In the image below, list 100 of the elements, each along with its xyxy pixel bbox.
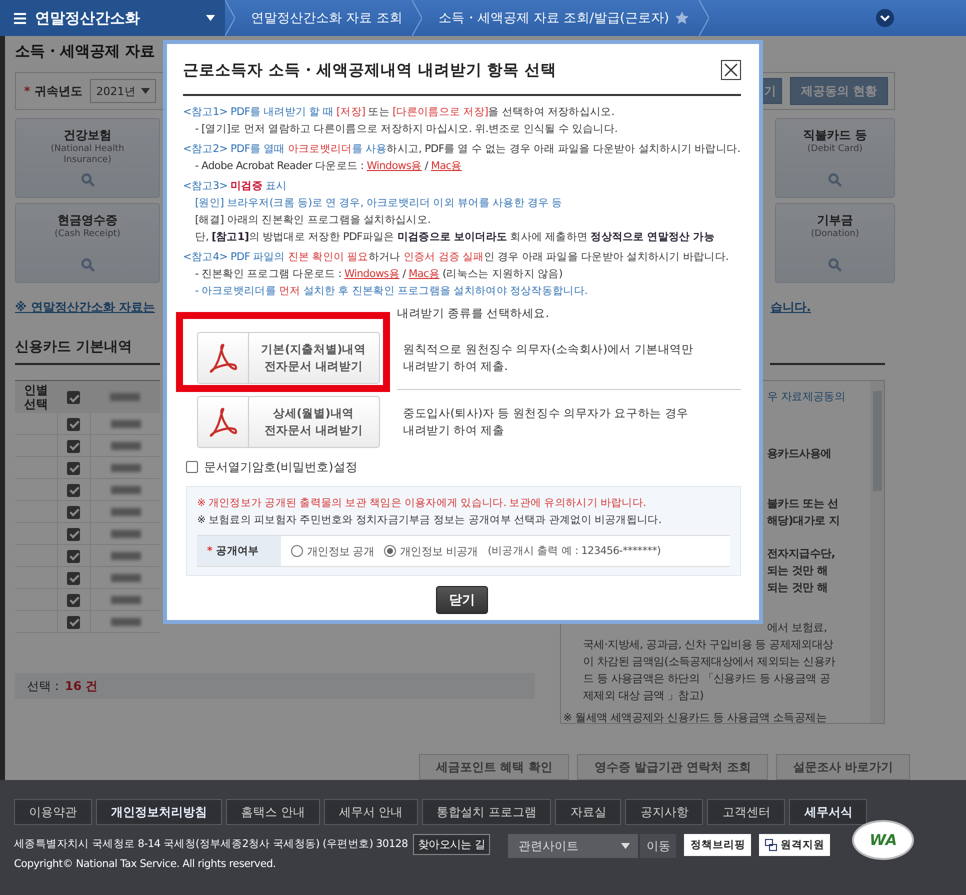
download-link[interactable]: Mac용: [408, 268, 440, 280]
pdf-icon: [208, 343, 236, 373]
close-icon: [724, 63, 738, 77]
checkbox[interactable]: [67, 616, 80, 629]
download-link[interactable]: Mac용: [430, 160, 462, 172]
caret-icon: [141, 88, 150, 94]
scrollbar[interactable]: [870, 381, 884, 723]
close-button[interactable]: 닫기: [436, 586, 488, 614]
note-text: 단, [참고1]의 방법대로 저장한 PDF파일은 미검증으로 보이더라도 회사에 제출하면 정상적으로 연말정산 가능: [195, 230, 714, 245]
radio-option[interactable]: 개인정보 비공개: [384, 542, 478, 560]
download-button[interactable]: 기본(지출처별)내역 전자문서 내려받기: [196, 332, 380, 384]
checkbox[interactable]: [67, 594, 80, 607]
go-button[interactable]: 이동: [640, 834, 676, 858]
info-text: 해당)대가로 지: [767, 513, 840, 529]
expand-icon[interactable]: [876, 9, 894, 27]
notice-link[interactable]: 습니다.: [770, 299, 811, 316]
category-tile[interactable]: 건강보험 (National Health Insurance): [15, 118, 160, 198]
checkbox[interactable]: [186, 461, 198, 473]
radio-button[interactable]: [291, 545, 303, 557]
chevron-divider-icon: [699, 0, 710, 36]
download-button[interactable]: 상세(월별)내역 전자문서 내려받기: [196, 396, 380, 448]
blurred-text: [110, 552, 141, 560]
radio-button[interactable]: [384, 545, 396, 557]
briefing-badge[interactable]: 정책브리핑: [684, 834, 752, 856]
search-icon: [828, 173, 842, 187]
radio-option[interactable]: 개인정보 공개: [291, 542, 374, 560]
notice-link[interactable]: ※ 연말정산간소화 자료는: [15, 299, 156, 316]
category-tile[interactable]: 현금영수증 (Cash Receipt): [15, 203, 160, 283]
action-button[interactable]: 세금포인트 혜택 확인: [418, 754, 570, 780]
blurred-text: [110, 420, 141, 428]
tile-title: 직불카드 등: [802, 127, 868, 144]
info-text: ※ 월세액 세액공제와 신용카드 등 사용금액 소득공제는: [563, 710, 826, 726]
blurred-text: [110, 486, 141, 494]
blurred-text: [110, 508, 141, 516]
checkbox[interactable]: [67, 550, 80, 563]
info-text: 이 차감된 금액임(소득공제대상에서 제외되는 신용카: [583, 654, 836, 670]
note-text: <참고3> 미검증 표시: [183, 179, 287, 194]
footer-link[interactable]: 통합설치 프로그램: [422, 799, 552, 825]
category-tile[interactable]: 직불카드 등 (Debit Card): [775, 118, 895, 198]
menu-icon: [14, 12, 26, 24]
field-label: 공개여부: [216, 544, 259, 558]
checkbox[interactable]: [67, 506, 80, 519]
download-link[interactable]: Windows용: [366, 160, 422, 172]
note-text: [원인] 브라우저(크롬 등)로 연 경우, 아크로뱃리더 이외 뷰어를 사용한 경우 등: [195, 196, 562, 211]
download-link[interactable]: Windows용: [344, 268, 400, 280]
checkbox[interactable]: [67, 391, 80, 404]
required-mark: *: [24, 84, 30, 98]
tile-subtitle: (Cash Receipt): [54, 229, 122, 240]
footer-link[interactable]: 이용약관: [14, 799, 92, 825]
info-text: 에서 보험료,: [767, 620, 827, 636]
notice-text: ※ 개인정보가 공개된 출력물의 보관 책임은 이용자에게 있습니다. 보관에 유의하시기 바랍니다.: [197, 496, 648, 511]
footer-link[interactable]: 자료실: [555, 799, 622, 825]
related-sites-select[interactable]: 관련사이트: [508, 834, 638, 858]
note-text: <참고2> PDF를 열때 아크로뱃리더 를 사용하시고, PDF를 열 수 없는 경우 아래 파일을 다운받아 설치하시기 바랍니다.: [183, 142, 740, 157]
tile-title: 현금영수증: [58, 212, 118, 229]
search-icon: [828, 258, 842, 272]
note-text: <참고1> PDF를 내려받기 할 때 [저장] 또는 [다른이름으로 저장]을 선택하여 저장하십시오.: [183, 105, 614, 120]
search-icon: [80, 258, 94, 272]
info-text: 제제외 대상 금액 」참고): [583, 688, 704, 704]
footer-link[interactable]: 세무서 안내: [324, 799, 418, 825]
checkbox[interactable]: [67, 440, 80, 453]
category-tile[interactable]: 기부금 (Donation): [775, 203, 895, 283]
close-button[interactable]: [721, 60, 741, 80]
remote-support-button[interactable]: 원격지원: [759, 834, 830, 856]
breadcrumb-link[interactable]: 연말정산간소화 자료 조회: [251, 9, 402, 27]
checkbox[interactable]: [67, 462, 80, 475]
checkbox-label: 문서열기암호(비밀번호)설정: [204, 458, 358, 476]
pdf-icon: [208, 407, 236, 437]
blurred-text: [110, 464, 141, 472]
note-text: [해결] 아래의 진본확인 프로그램을 설치하십시오.: [195, 213, 430, 228]
footer-link[interactable]: 공지사항: [625, 799, 704, 825]
checkbox[interactable]: [67, 418, 80, 431]
breadcrumb-link[interactable]: 소득・세액공제 자료 조회/발급(근로자): [438, 9, 670, 27]
menu-dropdown[interactable]: 연말정산간소화: [0, 0, 225, 36]
footer-link[interactable]: 고객센터: [707, 799, 786, 825]
year-select[interactable]: 2021년: [90, 79, 156, 103]
blurred-text: [110, 618, 141, 626]
modal-title: 근로소득자 소득・세액공제내역 내려받기 항목 선택: [183, 60, 557, 80]
address-text: 세종특별자치시 국세청로 8-14 국세청(정부세종2청사 국세청동) (우편번호) 30128: [14, 837, 408, 852]
info-text: 전자지급수단,: [767, 546, 836, 562]
info-text: 되는 것만 해: [767, 563, 828, 579]
footer-link[interactable]: 홈택스 안내: [226, 799, 320, 825]
checkbox[interactable]: [67, 528, 80, 541]
info-text: 국세·지방세, 공과금, 신차 구입비용 등 공제제외대상: [583, 637, 834, 653]
footer-link[interactable]: 개인정보처리방침: [96, 799, 222, 825]
action-button[interactable]: 영수증 발급기관 연락처 조회: [577, 754, 768, 780]
checkbox[interactable]: [67, 572, 80, 585]
action-button[interactable]: 설문조사 바로가기: [776, 754, 910, 780]
directions-button[interactable]: 찾아오시는 길: [412, 834, 490, 855]
option-description: 중도입사(퇴사)자 등 원천징수 의무자가 요구하는 경우 내려받기 하여 제출: [403, 405, 688, 439]
checkbox[interactable]: [67, 484, 80, 497]
footer-link[interactable]: 세무서식: [789, 799, 868, 825]
page-title: 소득・세액공제 자료: [15, 41, 156, 62]
section-heading: 신용카드 기본내역: [15, 338, 160, 365]
column-header: 인별 선택: [15, 380, 57, 413]
note-text: - 아크로뱃리더를 먼저 설치한 후 진본확인 프로그램을 설치하여야 정상작동합니다.: [195, 284, 588, 299]
star-icon[interactable]: [675, 11, 690, 25]
accessibility-mark: WA: [852, 820, 914, 860]
caret-icon: [621, 843, 630, 849]
tile-title: 기부금: [817, 212, 853, 229]
